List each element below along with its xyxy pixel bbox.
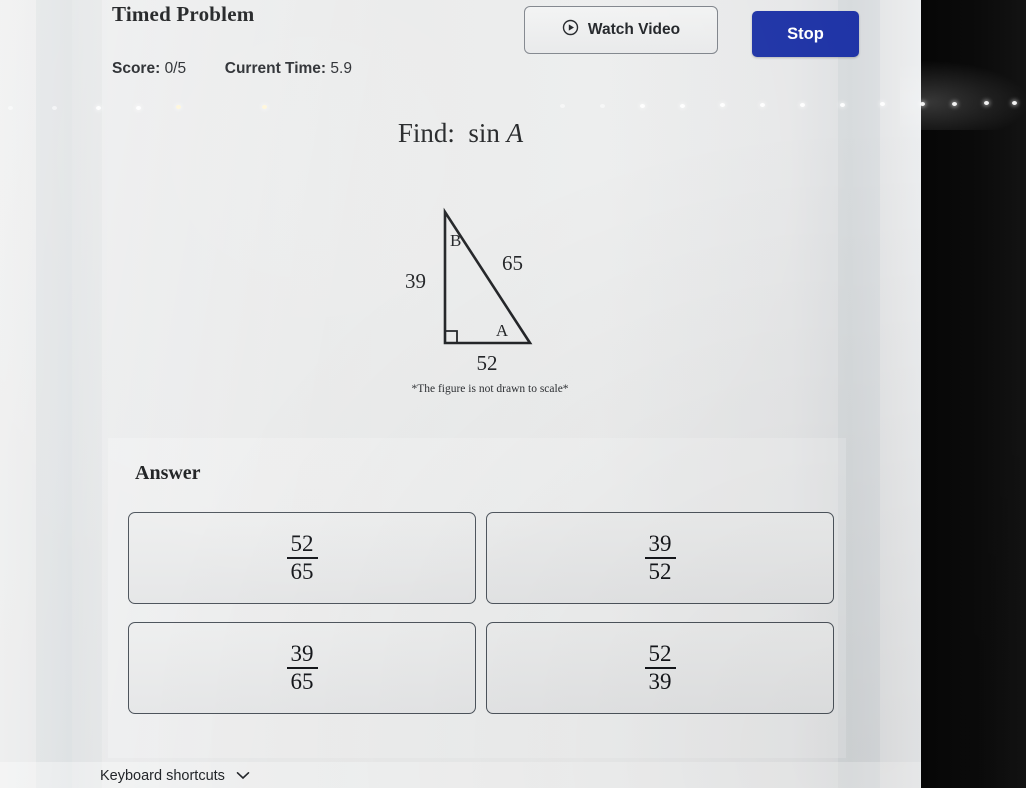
status-line: Score: 0/5 Current Time: 5.9	[112, 60, 352, 78]
fraction: 52 39	[644, 641, 676, 694]
side-label-hypotenuse: 65	[502, 251, 523, 275]
question-prefix: Find:	[397, 118, 455, 148]
fraction-numerator: 52	[648, 641, 672, 667]
photo-of-screen: Timed Problem Score: 0/5 Current Time: 5…	[0, 0, 1026, 788]
answer-choice-4[interactable]: 52 39	[486, 622, 834, 714]
score-label: Score:	[112, 60, 161, 77]
fraction: 39 52	[644, 531, 676, 584]
fraction-denominator: 52	[648, 558, 672, 584]
offscreen-dark-region	[921, 0, 1026, 788]
triangle-figure: B A 39 65 52 *The figure is not drawn to…	[330, 200, 650, 405]
answer-choice-grid: 52 65 39 52 39 65 52 39	[128, 512, 834, 714]
right-angle-marker	[445, 330, 458, 343]
current-time-label: Current Time:	[224, 60, 327, 77]
watch-video-button[interactable]: Watch Video	[524, 6, 718, 54]
stop-label: Stop	[787, 24, 824, 43]
side-label-left: 39	[405, 269, 426, 293]
vertex-label-b: B	[450, 231, 461, 250]
answer-panel: Answer 52 65 39 52 39 65 52 39	[108, 438, 846, 758]
fraction: 52 65	[286, 531, 318, 584]
keyboard-shortcuts-toggle[interactable]: Keyboard shortcuts	[100, 768, 250, 784]
watch-video-label: Watch Video	[587, 21, 681, 38]
fraction-denominator: 65	[290, 558, 314, 584]
answer-choice-1[interactable]: 52 65	[128, 512, 476, 604]
fraction-denominator: 65	[290, 668, 314, 694]
answer-choice-2[interactable]: 39 52	[486, 512, 834, 604]
stop-button[interactable]: Stop	[752, 11, 859, 57]
question-argument: A	[506, 118, 524, 148]
chevron-down-icon	[236, 768, 250, 784]
question-prompt: Find: sin A	[0, 118, 921, 149]
triangle-svg: B A 39 65 52	[405, 207, 533, 375]
play-circle-icon	[562, 19, 579, 41]
fraction-numerator: 39	[290, 641, 314, 667]
figure-scale-note: *The figure is not drawn to scale*	[411, 383, 569, 395]
fraction: 39 65	[286, 641, 318, 694]
side-label-bottom: 52	[477, 351, 498, 375]
app-content: Timed Problem Score: 0/5 Current Time: 5…	[0, 0, 921, 788]
question-function: sin	[468, 118, 500, 148]
current-time-value: 5.9	[330, 60, 352, 77]
fraction-numerator: 52	[290, 531, 314, 557]
keyboard-shortcuts-label: Keyboard shortcuts	[100, 768, 225, 784]
page-title: Timed Problem	[112, 2, 255, 26]
score-value: 0/5	[164, 60, 187, 77]
answer-choice-3[interactable]: 39 65	[128, 622, 476, 714]
fraction-denominator: 39	[648, 668, 672, 694]
vertex-label-a: A	[496, 321, 509, 340]
fraction-numerator: 39	[648, 531, 672, 557]
answer-heading: Answer	[135, 462, 201, 484]
